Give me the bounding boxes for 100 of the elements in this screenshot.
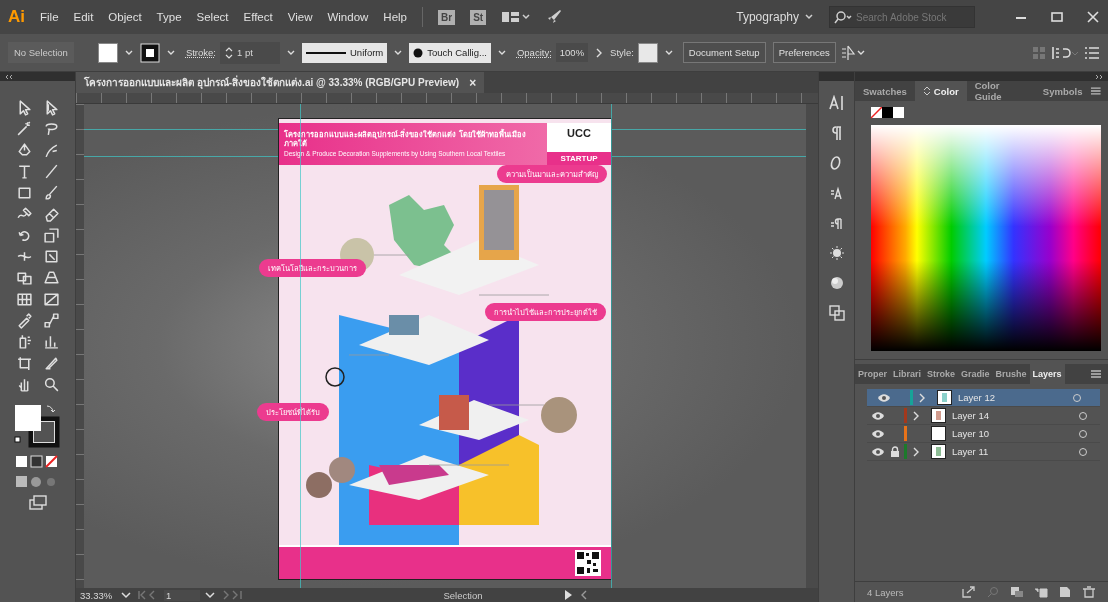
panel-tab[interactable]: Stroke bbox=[924, 364, 959, 384]
magic-wand-icon[interactable] bbox=[15, 120, 33, 138]
gradient-icon[interactable] bbox=[42, 290, 60, 308]
blend-icon[interactable] bbox=[42, 311, 60, 329]
stroke-weight-field[interactable]: 1 pt bbox=[220, 41, 280, 64]
app-shortcut-button[interactable]: Br bbox=[438, 9, 456, 25]
eye-icon[interactable] bbox=[871, 410, 885, 421]
menu-item[interactable]: Window bbox=[327, 11, 369, 23]
fill-stroke-mini-swatches[interactable] bbox=[871, 107, 907, 119]
menu-item[interactable]: Help bbox=[383, 11, 407, 23]
caret-icon[interactable] bbox=[804, 13, 814, 21]
panel-tab[interactable]: Librari bbox=[890, 364, 925, 384]
expand-icon[interactable] bbox=[1094, 73, 1104, 80]
layer-row[interactable]: Layer 14 bbox=[867, 407, 1100, 425]
fill-stroke-swatches[interactable] bbox=[12, 402, 63, 449]
menu-item[interactable]: Type bbox=[156, 11, 182, 23]
panel-menu-icon[interactable] bbox=[1090, 369, 1102, 379]
search-icon[interactable] bbox=[42, 375, 60, 393]
brush-definition-dropdown[interactable]: Touch Callig... bbox=[409, 42, 491, 63]
artboard-icon[interactable] bbox=[15, 354, 33, 372]
collapse-icon[interactable] bbox=[4, 73, 14, 80]
free-transform-icon[interactable] bbox=[42, 248, 60, 266]
layer-row[interactable]: Layer 12 bbox=[867, 389, 1100, 407]
target-circle-icon[interactable] bbox=[1072, 392, 1082, 403]
new-sublayer-icon[interactable] bbox=[1034, 586, 1048, 598]
caret-icon[interactable] bbox=[120, 589, 132, 601]
toolbar-button[interactable]: Document Setup bbox=[682, 42, 766, 63]
opacity-field[interactable]: 100% bbox=[555, 43, 589, 62]
target-circle-icon[interactable] bbox=[1078, 446, 1088, 457]
perspective-grid-icon[interactable] bbox=[42, 269, 60, 287]
eye-icon[interactable] bbox=[871, 428, 885, 439]
align-icon[interactable] bbox=[1050, 44, 1080, 61]
chevron-right-icon[interactable] bbox=[912, 410, 920, 421]
new-layer-icon[interactable] bbox=[1058, 586, 1072, 598]
mesh-icon[interactable] bbox=[15, 290, 33, 308]
layer-row[interactable]: Layer 10 bbox=[867, 425, 1100, 443]
eye-icon[interactable] bbox=[877, 392, 891, 403]
maximize-icon[interactable] bbox=[1050, 10, 1064, 24]
color-spectrum[interactable] bbox=[871, 125, 1101, 351]
menu-item[interactable]: File bbox=[40, 11, 59, 23]
menu-item[interactable]: Effect bbox=[243, 11, 273, 23]
chevron-right-icon[interactable] bbox=[918, 392, 926, 403]
panel-tab[interactable]: Swatches bbox=[855, 81, 915, 101]
export-icon[interactable] bbox=[962, 586, 976, 598]
graphic-style-swatch[interactable] bbox=[637, 42, 658, 63]
eye-icon[interactable] bbox=[871, 446, 885, 457]
panel-tab[interactable]: Layers bbox=[1029, 364, 1065, 384]
circle-icon[interactable] bbox=[828, 275, 845, 291]
lock-icon[interactable] bbox=[890, 445, 900, 458]
variable-width-profile-dropdown[interactable]: Uniform bbox=[302, 42, 388, 63]
workspace-switcher[interactable]: Typography bbox=[736, 10, 814, 24]
panel-menu-icon[interactable] bbox=[1090, 86, 1102, 96]
paragraph-styles-icon[interactable] bbox=[828, 215, 845, 231]
document-tab[interactable]: โครงการออกแบบและผลิต อุปกรณ์-สิ่งของใช้ตกแต่ง.ai @ 33.33% (RGB/GPU Preview) × bbox=[76, 72, 485, 93]
scale-icon[interactable] bbox=[42, 226, 60, 244]
close-icon[interactable] bbox=[1086, 10, 1100, 24]
overlapping-squares-icon[interactable] bbox=[828, 305, 845, 321]
opacity-label[interactable]: Opacity: bbox=[516, 47, 552, 58]
eraser-icon[interactable] bbox=[42, 205, 60, 223]
updown-arrows-icon[interactable] bbox=[922, 86, 931, 96]
trash-icon[interactable] bbox=[1082, 586, 1096, 598]
panel-tab[interactable]: Brushe bbox=[992, 364, 1030, 384]
toolbar-button[interactable]: Preferences bbox=[772, 42, 836, 63]
target-circle-icon[interactable] bbox=[1078, 428, 1088, 439]
vertical-scrollbar[interactable] bbox=[806, 104, 818, 588]
panel-grip-bar[interactable] bbox=[819, 72, 854, 81]
panel-tab[interactable]: Color Guide bbox=[966, 81, 1035, 101]
list-icon[interactable] bbox=[1084, 45, 1100, 60]
paragraph-icon[interactable] bbox=[829, 125, 844, 141]
rocket-icon[interactable] bbox=[546, 9, 563, 25]
screen-mode-icon[interactable] bbox=[28, 494, 47, 511]
panel-grip-bar[interactable] bbox=[0, 72, 75, 81]
artboard-number-field[interactable]: 1 bbox=[164, 589, 200, 601]
panel-tab[interactable]: Color bbox=[914, 81, 967, 101]
stroke-label[interactable]: Stroke: bbox=[185, 47, 216, 58]
chevron-right-icon[interactable] bbox=[912, 446, 920, 457]
panel-tab[interactable]: Gradie bbox=[958, 364, 993, 384]
stroke-swatch[interactable] bbox=[139, 42, 160, 63]
menu-item[interactable]: Object bbox=[108, 11, 142, 23]
column-graph-icon[interactable] bbox=[42, 333, 60, 351]
character-styles-icon[interactable] bbox=[828, 185, 845, 201]
character-icon[interactable] bbox=[828, 95, 845, 111]
close-tab-button[interactable]: × bbox=[469, 75, 477, 90]
paintbrush-icon[interactable] bbox=[42, 184, 60, 202]
clipping-mask-icon[interactable] bbox=[1010, 586, 1024, 598]
menu-item[interactable]: Edit bbox=[73, 11, 94, 23]
search-field[interactable]: Search Adobe Stock bbox=[829, 6, 975, 28]
panel-tab[interactable]: Proper bbox=[855, 364, 890, 384]
fill-swatch[interactable] bbox=[97, 42, 118, 63]
menu-item[interactable]: Select bbox=[196, 11, 229, 23]
menu-item[interactable]: View bbox=[287, 11, 313, 23]
caret-icon[interactable] bbox=[204, 589, 216, 601]
zoom-field[interactable]: 33.33% bbox=[80, 589, 116, 601]
layout-grid-icon[interactable] bbox=[501, 10, 532, 24]
panel-grip-bar[interactable] bbox=[855, 72, 1108, 81]
layer-row[interactable]: Layer 11 bbox=[867, 443, 1100, 461]
app-logo[interactable]: Ai bbox=[8, 7, 25, 27]
target-circle-icon[interactable] bbox=[1078, 410, 1088, 421]
app-shortcut-button[interactable]: St bbox=[470, 9, 487, 25]
panel-tab[interactable]: Symbols bbox=[1034, 81, 1091, 101]
